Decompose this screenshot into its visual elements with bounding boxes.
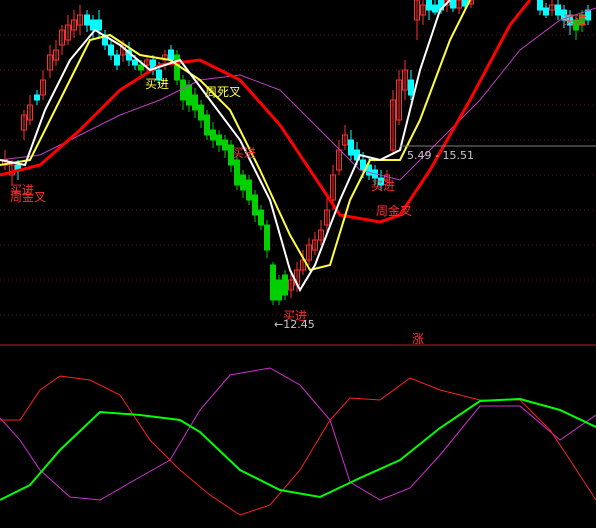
candlesticks [2, 0, 591, 305]
candle-body [138, 64, 144, 71]
candle-body [264, 224, 270, 251]
candle-body [186, 84, 192, 106]
rise-label: 涨 [412, 331, 424, 346]
low-price-marker: ←12.45 [274, 318, 315, 331]
candle-body [234, 159, 240, 186]
oscillator-line [0, 397, 596, 501]
candle-body [543, 7, 549, 16]
buy-label-3: 买进 [232, 146, 256, 160]
candle-body [282, 274, 288, 296]
candle-body [555, 4, 561, 16]
candle-body [180, 79, 186, 101]
candle-body [108, 44, 114, 56]
candle-body [210, 129, 216, 141]
moving-average-lines [0, 0, 596, 293]
buy-label-2: 买进 [145, 77, 169, 91]
candle-body [426, 0, 432, 11]
grid-lines [0, 34, 596, 316]
candle-body [90, 19, 96, 31]
candle-body [174, 54, 180, 81]
candle-body [348, 139, 354, 156]
candle-body [240, 174, 246, 191]
candle-body [216, 134, 222, 146]
candle-body [204, 114, 210, 136]
candle-body [537, 0, 543, 11]
candle-body [132, 59, 138, 66]
candle-body [34, 94, 40, 101]
oscillator-line [0, 367, 596, 501]
cursor-price-readout: 5.49 - 15.51 [407, 149, 474, 162]
golden-cross-label-1: 周金叉 [10, 189, 46, 204]
candle-body [168, 49, 174, 61]
death-cross-label: 周死叉 [205, 85, 241, 99]
golden-cross-label-2: 周金叉 [376, 203, 412, 218]
stock-chart[interactable]: 买进 周金叉 买进 周死叉 买进 买进 周金叉 买进 买进 ←12.45 5.4… [0, 0, 596, 528]
candle-body [450, 0, 456, 9]
candle-body [270, 264, 276, 301]
candle-body [432, 4, 438, 13]
oscillator-lines [0, 367, 596, 516]
candle-body [198, 104, 204, 121]
candle-body [84, 14, 90, 26]
candle-body [222, 139, 228, 151]
candle-body [246, 179, 252, 201]
candle-body [252, 194, 258, 216]
candle-body [192, 94, 198, 111]
candle-body [114, 54, 120, 66]
buy-label-5: 买进 [371, 179, 395, 193]
candle-body [258, 209, 264, 226]
candle-body [276, 279, 282, 301]
buy-label-6: 买进 [563, 13, 587, 27]
candle-body [408, 79, 414, 96]
candle-body [96, 19, 102, 31]
